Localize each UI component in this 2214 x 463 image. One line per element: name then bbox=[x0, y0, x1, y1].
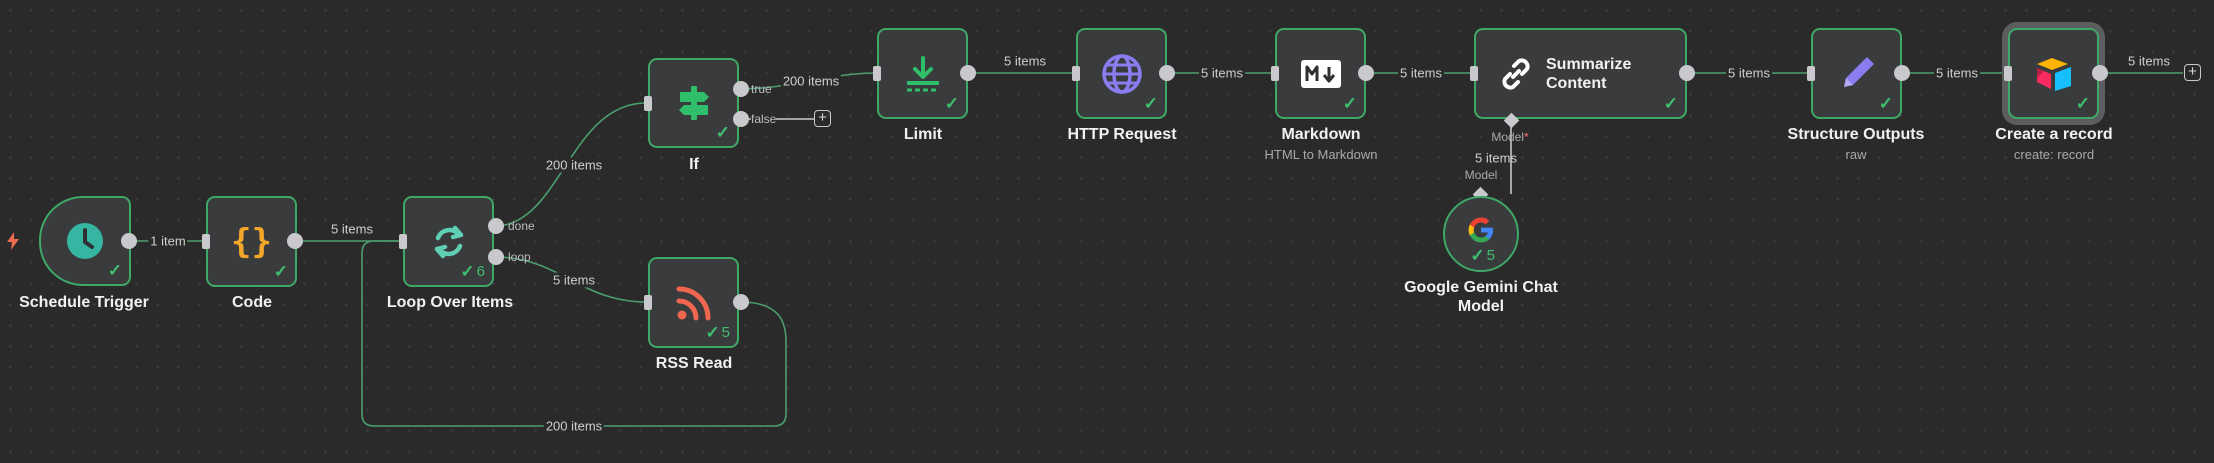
port-label-done: done bbox=[508, 219, 535, 233]
node-label: Markdown bbox=[1281, 126, 1361, 143]
edge-label: 5 items bbox=[551, 272, 597, 288]
loop-loop-port[interactable] bbox=[488, 249, 504, 265]
schedule-output-port[interactable] bbox=[121, 233, 137, 249]
success-check-icon: ✓ bbox=[2075, 94, 2090, 113]
success-check-icon: ✓ bbox=[1663, 94, 1678, 113]
success-check-icon: ✓ bbox=[944, 94, 959, 113]
node-subtitle: create: record bbox=[2013, 147, 2095, 162]
workflow-canvas[interactable]: ✓ Schedule Trigger 1 item {} ✓ Code 5 it… bbox=[0, 0, 2214, 463]
structure-output-port[interactable] bbox=[1894, 65, 1910, 81]
clock-icon bbox=[65, 221, 105, 261]
node-label: RSS Read bbox=[655, 355, 733, 372]
markdown-input-port[interactable] bbox=[1271, 66, 1279, 81]
loop-input-port[interactable] bbox=[399, 234, 407, 249]
node-label: Loop Over Items bbox=[386, 294, 514, 311]
edge-label: 5 items bbox=[1726, 65, 1772, 81]
summarize-output-port[interactable] bbox=[1679, 65, 1695, 81]
node-label: Google Gemini Chat Model bbox=[1404, 279, 1558, 315]
http-input-port[interactable] bbox=[1072, 66, 1080, 81]
loop-done-port[interactable] bbox=[488, 218, 504, 234]
markdown-icon bbox=[1300, 59, 1341, 88]
limit-download-icon bbox=[903, 54, 943, 94]
pencil-icon bbox=[1836, 53, 1878, 95]
add-node-plus-icon[interactable]: + bbox=[814, 110, 831, 127]
rss-input-port[interactable] bbox=[644, 295, 652, 310]
node-loop-over-items[interactable]: ✓ 6 bbox=[403, 196, 494, 287]
summarize-input-port[interactable] bbox=[1470, 66, 1478, 81]
edge-label: 5 items bbox=[1475, 150, 1517, 166]
node-rss-read[interactable]: ✓ 5 bbox=[648, 257, 739, 348]
globe-icon bbox=[1101, 53, 1143, 95]
model-port-label: Model* bbox=[1491, 130, 1529, 144]
success-check-icon: ✓ bbox=[1342, 94, 1357, 113]
airtable-output-port[interactable] bbox=[2092, 65, 2108, 81]
node-google-gemini-chat-model[interactable]: ✓ 5 bbox=[1443, 196, 1519, 272]
edge-label: 5 items bbox=[2126, 53, 2172, 69]
node-code[interactable]: {} ✓ bbox=[206, 196, 297, 287]
node-label: Schedule Trigger bbox=[19, 294, 149, 311]
node-label: Limit bbox=[903, 126, 943, 143]
code-braces-icon: {} bbox=[231, 221, 272, 262]
edge-label: 200 items bbox=[543, 157, 605, 173]
link-chain-icon bbox=[1496, 54, 1536, 94]
edge-label: 200 items bbox=[543, 418, 605, 434]
if-false-port[interactable] bbox=[733, 111, 749, 127]
node-structure-outputs[interactable]: ✓ bbox=[1811, 28, 1902, 119]
edge-label: 5 items bbox=[1398, 65, 1444, 81]
loop-refresh-icon bbox=[428, 221, 470, 263]
rss-output-port[interactable] bbox=[733, 294, 749, 310]
edge-label: 5 items bbox=[1199, 65, 1245, 81]
node-limit[interactable]: ✓ bbox=[877, 28, 968, 119]
success-check-icon: ✓ 5 bbox=[1470, 246, 1495, 265]
limit-output-port[interactable] bbox=[960, 65, 976, 81]
node-schedule-trigger[interactable]: ✓ bbox=[39, 196, 131, 286]
node-label: Create a record bbox=[1995, 126, 2113, 143]
markdown-output-port[interactable] bbox=[1358, 65, 1374, 81]
add-node-plus-icon[interactable]: + bbox=[2184, 64, 2201, 81]
model-output-label: Model bbox=[1464, 168, 1498, 182]
node-label: If bbox=[689, 156, 699, 173]
edge-label: 5 items bbox=[1934, 65, 1980, 81]
limit-input-port[interactable] bbox=[873, 66, 881, 81]
node-subtitle: HTML to Markdown bbox=[1264, 147, 1378, 162]
code-output-port[interactable] bbox=[287, 233, 303, 249]
success-check-icon: ✓ 6 bbox=[460, 262, 485, 281]
rss-icon bbox=[675, 284, 713, 322]
node-title: Summarize Content bbox=[1546, 55, 1632, 92]
airtable-logo-icon bbox=[2034, 56, 2074, 92]
code-input-port[interactable] bbox=[202, 234, 210, 249]
node-markdown[interactable]: ✓ bbox=[1275, 28, 1366, 119]
success-check-icon: ✓ bbox=[1143, 94, 1158, 113]
success-check-icon: ✓ bbox=[1878, 94, 1893, 113]
port-label-false: false bbox=[751, 112, 777, 126]
node-label: HTTP Request bbox=[1067, 126, 1177, 143]
airtable-input-port[interactable] bbox=[2004, 66, 2012, 81]
if-true-port[interactable] bbox=[733, 81, 749, 97]
success-check-icon: ✓ bbox=[273, 262, 288, 281]
node-subtitle: raw bbox=[1845, 147, 1867, 162]
http-output-port[interactable] bbox=[1159, 65, 1175, 81]
trigger-bolt-icon bbox=[7, 232, 19, 250]
node-http-request[interactable]: ✓ bbox=[1076, 28, 1167, 119]
node-label: Structure Outputs bbox=[1787, 126, 1925, 143]
edge-label: 1 item bbox=[148, 233, 188, 249]
node-create-a-record[interactable]: ✓ bbox=[2008, 28, 2099, 119]
edge-label: 200 items bbox=[780, 73, 842, 89]
structure-input-port[interactable] bbox=[1807, 66, 1815, 81]
success-check-icon: ✓ bbox=[107, 261, 122, 280]
port-label-loop: loop bbox=[508, 250, 531, 264]
signpost-icon bbox=[674, 83, 714, 123]
success-check-icon: ✓ 5 bbox=[705, 323, 730, 342]
port-label-true: true bbox=[751, 82, 772, 96]
if-input-port[interactable] bbox=[644, 96, 652, 111]
edge-label: 5 items bbox=[1002, 53, 1048, 69]
google-logo-icon bbox=[1466, 215, 1496, 245]
edge-label: 5 items bbox=[329, 221, 375, 237]
node-summarize-content[interactable]: Summarize Content ✓ bbox=[1474, 28, 1687, 119]
success-check-icon: ✓ bbox=[715, 123, 730, 142]
node-if[interactable]: ✓ bbox=[648, 58, 739, 148]
node-label: Code bbox=[232, 294, 272, 311]
